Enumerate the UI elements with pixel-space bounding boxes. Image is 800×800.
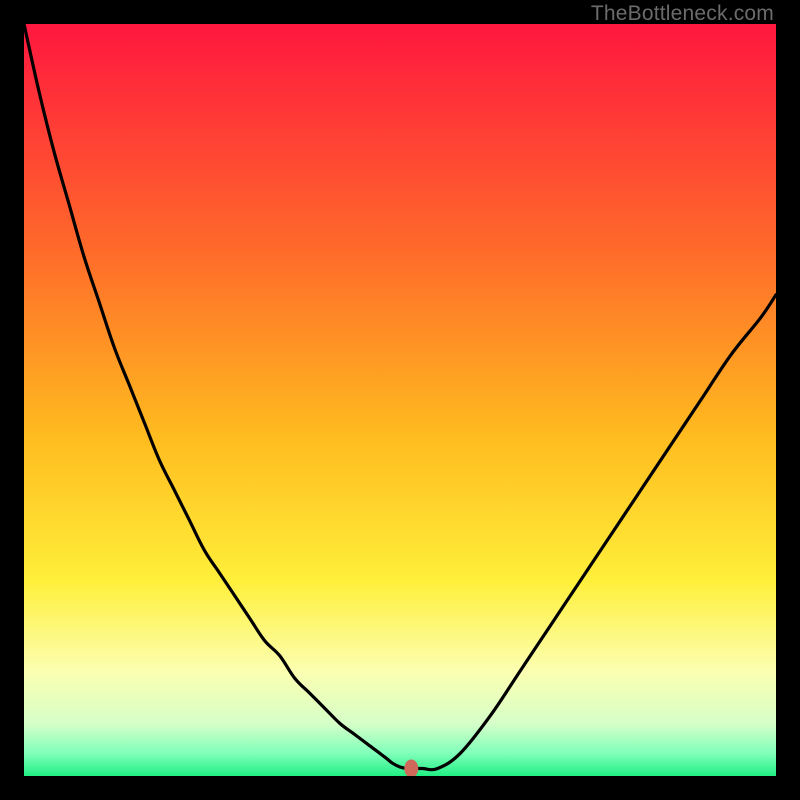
chart-frame bbox=[24, 24, 776, 776]
bottleneck-chart bbox=[24, 24, 776, 776]
watermark-text: TheBottleneck.com bbox=[591, 2, 774, 26]
